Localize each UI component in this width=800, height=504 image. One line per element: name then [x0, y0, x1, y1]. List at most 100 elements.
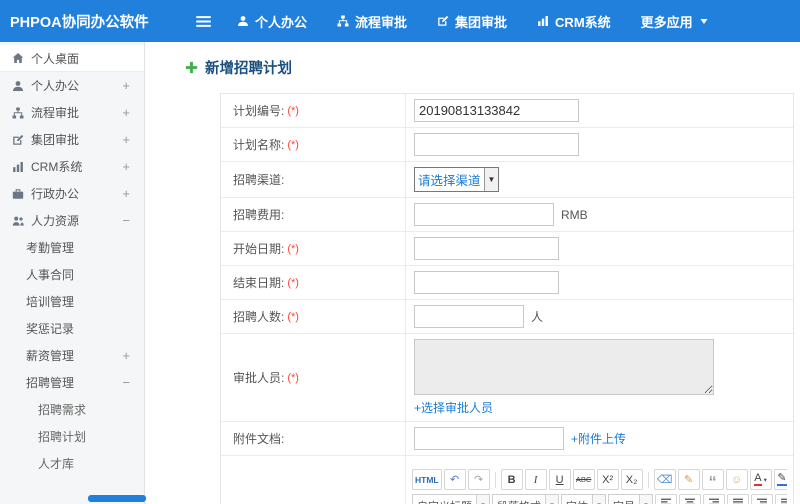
- editor-toolbar-row2: 自定义标题▾段落格式▾字体▾字号▾: [412, 494, 787, 504]
- approvers-picker-link[interactable]: +选择审批人员: [414, 399, 493, 416]
- scrollbar-thumb[interactable]: [88, 495, 146, 502]
- nav-item-label: 个人办公: [255, 14, 308, 30]
- sidebar-item-admin-office[interactable]: 行政办公 +: [0, 180, 144, 207]
- nav-workflow-approval[interactable]: 流程审批: [337, 12, 407, 31]
- font-size-select-label: 字号: [609, 495, 639, 504]
- field-label: 附件文档:: [233, 432, 285, 446]
- redo-button[interactable]: ↷: [467, 469, 490, 490]
- sidebar-item-training[interactable]: 培训管理: [0, 288, 144, 315]
- align-justify-button[interactable]: [727, 494, 749, 504]
- indent-icon: [780, 497, 787, 504]
- nav-group-approval[interactable]: 集团审批: [437, 12, 507, 31]
- strikethrough-button[interactable]: ABC: [572, 469, 595, 490]
- sidebar-item-recruit-demand[interactable]: 招聘需求: [0, 396, 144, 423]
- remove-format-button[interactable]: ⌫: [653, 469, 676, 490]
- sidebar-item-hr[interactable]: 人力资源 −: [0, 207, 144, 234]
- bold-button[interactable]: B: [500, 469, 523, 490]
- expand-toggle[interactable]: +: [122, 186, 130, 201]
- underline-icon: U: [555, 473, 564, 486]
- font-color-button[interactable]: A ▾: [749, 469, 772, 490]
- sidebar-item-label: 流程审批: [31, 106, 80, 120]
- sidebar-item-personal-office[interactable]: 个人办公 +: [0, 72, 144, 99]
- nav-item-label: CRM系统: [555, 14, 611, 30]
- highlight-color-button[interactable]: ✎▾: [773, 469, 787, 490]
- italic-button[interactable]: I: [524, 469, 547, 490]
- sidebar-item-attendance[interactable]: 考勤管理: [0, 234, 144, 261]
- expand-toggle[interactable]: +: [122, 105, 130, 120]
- plan-name-input[interactable]: [414, 133, 579, 156]
- sidebar-item-personal-desktop[interactable]: 个人桌面: [0, 45, 144, 72]
- field-label-cell: 计划名称: (*): [221, 128, 406, 161]
- expand-toggle[interactable]: +: [122, 348, 130, 363]
- sidebar-item-salary-mgmt[interactable]: 薪资管理 +: [0, 342, 144, 369]
- menu-icon[interactable]: [196, 15, 211, 28]
- new-recruit-plan-form: 计划编号:(*)计划名称:(*)招聘渠道:请选择渠道▼招聘费用:RMB开始日期:…: [220, 93, 794, 504]
- sidebar-item-label: 集团审批: [31, 133, 80, 147]
- nav-item-label: 流程审批: [355, 14, 408, 30]
- undo-icon: ↶: [450, 474, 460, 486]
- flow-icon: [337, 15, 349, 27]
- expand-toggle[interactable]: +: [122, 78, 130, 93]
- undo-button[interactable]: ↶: [443, 469, 466, 490]
- sidebar-item-crm-system[interactable]: CRM系统 +: [0, 153, 144, 180]
- superscript-button[interactable]: X²: [596, 469, 619, 490]
- required-mark: (*): [287, 276, 299, 289]
- expand-toggle[interactable]: +: [122, 132, 130, 147]
- sidebar-item-workflow-approval[interactable]: 流程审批 +: [0, 99, 144, 126]
- align-right-button[interactable]: [703, 494, 725, 504]
- attachment-upload-link[interactable]: +附件上传: [571, 430, 626, 447]
- paragraph-format-select-label: 段落格式: [493, 495, 545, 504]
- attachment-input[interactable]: [414, 427, 564, 450]
- recruit-channel-select[interactable]: 请选择渠道 ▼: [414, 167, 500, 192]
- emoticon-icon: ☺: [730, 473, 743, 486]
- sidebar-item-recruit-mgmt[interactable]: 招聘管理 −: [0, 369, 144, 396]
- expand-toggle[interactable]: −: [122, 213, 130, 228]
- field-value-cell: +附件上传: [406, 422, 793, 455]
- sidebar-item-rewards-records[interactable]: 奖惩记录: [0, 315, 144, 342]
- format-painter-button[interactable]: ✎: [677, 469, 700, 490]
- start-date-input[interactable]: [414, 237, 559, 260]
- indent-button[interactable]: [775, 494, 787, 504]
- align-right-icon: [708, 497, 720, 504]
- outdent-button[interactable]: [751, 494, 773, 504]
- nav-personal-office[interactable]: 个人办公: [237, 12, 307, 31]
- sidebar: 个人桌面 个人办公 + 流程审批 + 集团审批 + CRM系统 + 行政办公 + 人力资源 − 考勤管理人…: [0, 42, 145, 504]
- redo-icon: ↷: [474, 474, 484, 486]
- sidebar-item-label: 招聘计划: [38, 430, 87, 444]
- sidebar-item-talent-pool[interactable]: 人才库: [0, 450, 144, 477]
- paragraph-format-select[interactable]: 段落格式▾: [492, 494, 559, 504]
- font-family-select[interactable]: 字体▾: [561, 494, 606, 504]
- field-value-cell: RMB: [406, 198, 793, 231]
- nav-crm-system[interactable]: CRM系统: [537, 12, 611, 31]
- align-center-button[interactable]: [679, 494, 701, 504]
- sidebar-item-group-approval[interactable]: 集团审批 +: [0, 126, 144, 153]
- expand-toggle[interactable]: −: [122, 375, 130, 390]
- align-left-button[interactable]: [655, 494, 677, 504]
- field-label: 计划名称:: [233, 138, 285, 152]
- plan-number-input[interactable]: [414, 99, 579, 122]
- recruit-cost-input[interactable]: [414, 203, 554, 226]
- chart-icon: [12, 161, 24, 173]
- approvers-textarea[interactable]: [414, 339, 714, 395]
- subscript-button[interactable]: X₂: [620, 469, 643, 490]
- recruit-count-input[interactable]: [414, 305, 524, 328]
- field-label: 开始日期:: [233, 242, 285, 256]
- emoticon-button[interactable]: ☺: [725, 469, 748, 490]
- underline-button[interactable]: U: [548, 469, 571, 490]
- custom-heading-select[interactable]: 自定义标题▾: [412, 494, 490, 504]
- nav-more-apps[interactable]: 更多应用: [641, 12, 709, 31]
- sidebar-item-hr-contract[interactable]: 人事合同: [0, 261, 144, 288]
- end-date-input[interactable]: [414, 271, 559, 294]
- field-label-cell: 招聘人数: (*): [221, 300, 406, 333]
- expand-toggle[interactable]: +: [122, 159, 130, 174]
- page-title-row: 新增招聘计划: [185, 57, 800, 78]
- blockquote-button[interactable]: “: [701, 469, 724, 490]
- top-nav: 个人办公 流程审批 集团审批 CRM系统 更多应用: [237, 12, 709, 31]
- form-row-plan-number: 计划编号: (*): [221, 94, 793, 128]
- html-source-button[interactable]: HTML: [412, 469, 442, 490]
- form-row-end-date: 结束日期: (*): [221, 266, 793, 300]
- font-size-select[interactable]: 字号▾: [608, 494, 653, 504]
- sidebar-item-recruit-plan[interactable]: 招聘计划: [0, 423, 144, 450]
- required-mark: (*): [287, 371, 299, 384]
- highlight-color-icon: ✎: [777, 472, 787, 486]
